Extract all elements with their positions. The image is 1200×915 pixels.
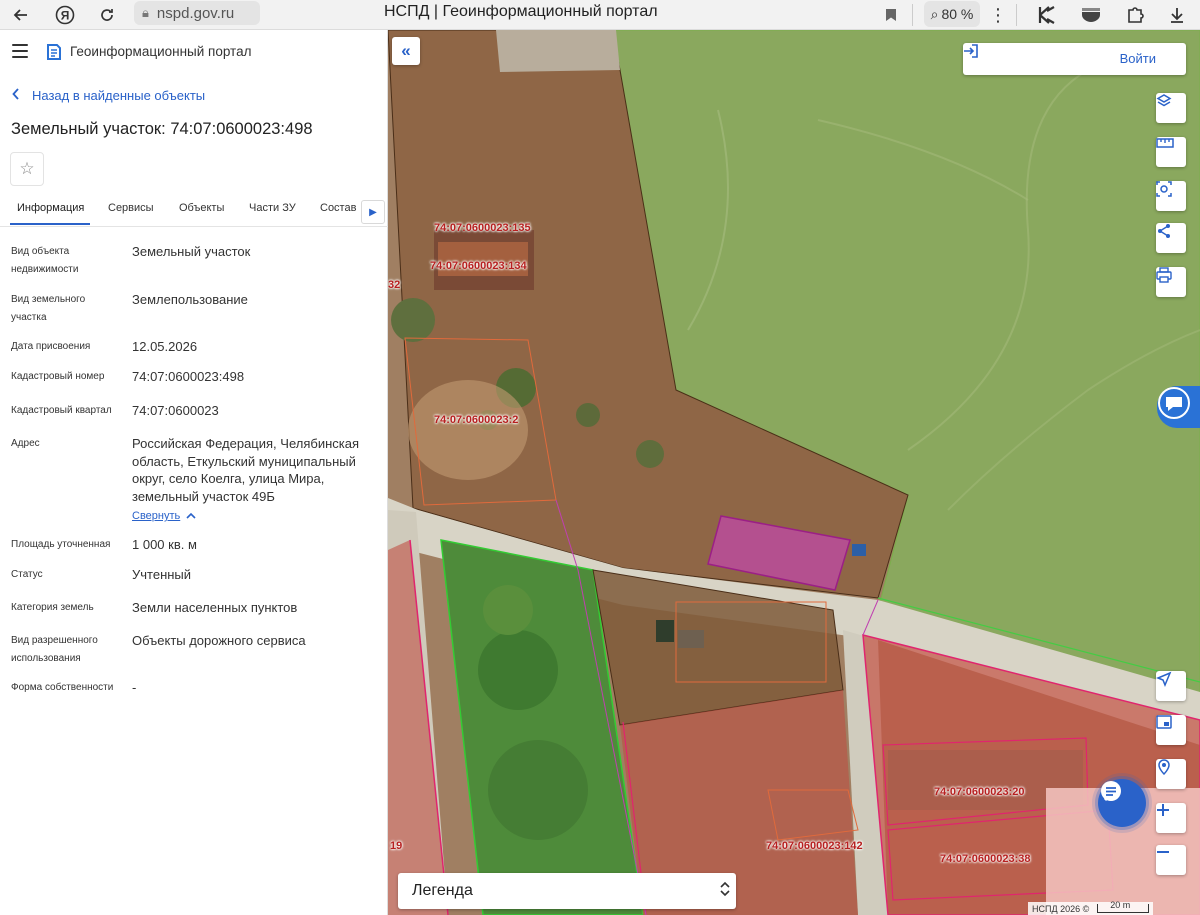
field-value: Земли населенных пунктов	[132, 600, 298, 615]
tab-parts[interactable]: Части ЗУ	[249, 202, 296, 214]
collapse-label: Свернуть	[132, 510, 181, 522]
parcel-label[interactable]: 74:07:0600023:38	[940, 853, 1031, 865]
svg-text:Я: Я	[61, 9, 70, 23]
field-value: 74:07:0600023	[132, 403, 219, 418]
map-attribution: НСПД 2026 © 20 m	[1028, 900, 1154, 915]
zoom-value: 80 %	[941, 6, 974, 22]
reload-icon[interactable]	[92, 0, 122, 30]
field-label: Статус	[11, 569, 43, 580]
back-link-label: Назад в найденные объекты	[32, 88, 206, 103]
field-label: Кадастровый квартал	[11, 405, 112, 416]
login-button[interactable]: Войти	[963, 43, 1186, 75]
help-chat-icon	[1158, 387, 1190, 419]
scale-label: 20 m	[1110, 900, 1131, 910]
chat-button[interactable]	[1098, 779, 1146, 827]
field-label: Адрес	[11, 438, 40, 449]
field-value: Объекты дорожного сервиса	[132, 633, 306, 648]
field-value: Землепользование	[132, 292, 248, 307]
bookmark-icon[interactable]	[876, 0, 906, 30]
select-area-icon[interactable]	[1156, 181, 1186, 211]
portal-logo-icon	[47, 44, 61, 60]
parcel-label[interactable]: 74:07:0600023:20	[934, 786, 1025, 798]
tab-composition[interactable]: Состав	[320, 202, 356, 214]
lock-icon: 🔒︎	[142, 5, 149, 20]
field-value: -	[132, 680, 137, 695]
minimap-icon[interactable]	[1156, 715, 1186, 745]
extension-puzzle-icon[interactable]	[1120, 0, 1150, 30]
more-options-icon[interactable]: ⋮	[983, 0, 1013, 30]
active-tab-indicator	[10, 223, 90, 225]
tab-services[interactable]: Сервисы	[108, 202, 154, 214]
address-bar[interactable]: 🔒︎ nspd.gov.ru	[134, 1, 260, 25]
attribution-text: НСПД 2026 ©	[1032, 903, 1090, 914]
field-value: Земельный участок	[132, 244, 251, 259]
portal-title[interactable]: Геоинформационный портал	[70, 44, 251, 59]
extension-shield-icon[interactable]	[1076, 0, 1106, 30]
print-icon[interactable]	[1156, 267, 1186, 297]
tab-information[interactable]: Информация	[17, 202, 84, 214]
login-icon	[964, 44, 978, 58]
legend-panel[interactable]: Легенда	[398, 873, 736, 909]
tabs-scroll-right-icon[interactable]: ▶	[361, 200, 385, 224]
field-value: Российская Федерация, Челябинская област…	[132, 436, 359, 504]
field-value: 12.05.2026	[132, 339, 198, 354]
parcel-label[interactable]: 74:07:0600023:135	[434, 222, 531, 234]
favorite-star-icon[interactable]: ☆	[10, 152, 44, 186]
share-icon[interactable]	[1156, 223, 1186, 253]
parcel-label[interactable]: 32	[388, 279, 400, 291]
page-tab-title: НСПД | Геоинформационный портал	[384, 3, 658, 20]
download-icon[interactable]	[1162, 0, 1192, 30]
object-title: Земельный участок: 74:07:0600023:498	[11, 120, 313, 138]
chevron-up-icon	[186, 510, 196, 522]
field-label: Кадастровый номер	[11, 371, 105, 382]
geo-search-icon[interactable]	[1156, 759, 1186, 789]
field-value: 74:07:0600023:498	[132, 369, 245, 384]
field-label: Площадь уточненная	[11, 539, 111, 550]
field-label: Вид объекта недвижимости	[11, 246, 79, 275]
collapse-address-link[interactable]: Свернуть	[132, 510, 196, 522]
back-arrow-icon[interactable]	[6, 0, 36, 30]
help-widget-button[interactable]	[1157, 386, 1200, 428]
parcel-label[interactable]: 74:07:0600023:2	[434, 414, 518, 426]
locate-icon[interactable]	[1156, 671, 1186, 701]
parcel-label[interactable]: 74:07:0600023:142	[766, 840, 863, 852]
field-label: Форма собственности	[11, 682, 114, 693]
field-label: Вид разрешенного использования	[11, 635, 98, 664]
parcel-label[interactable]: 19	[390, 840, 402, 852]
collapse-panel-button[interactable]: «	[392, 37, 420, 65]
info-tabs: Информация Сервисы Объекты Части ЗУ Сост…	[0, 194, 388, 227]
parcel-label[interactable]: 74:07:0600023:134	[430, 260, 527, 272]
browser-toolbar: Я 🔒︎ nspd.gov.ru НСПД | Геоинформационны…	[0, 0, 1200, 30]
chat-bubble-icon	[1101, 781, 1121, 802]
field-label: Категория земель	[11, 602, 94, 613]
zoom-out-icon[interactable]	[1156, 845, 1186, 875]
layers-icon[interactable]	[1156, 93, 1186, 123]
chevron-left-icon	[12, 88, 20, 103]
scale-bar: 20 m	[1097, 900, 1150, 913]
tab-objects[interactable]: Объекты	[179, 202, 224, 214]
zoom-in-icon[interactable]	[1156, 803, 1186, 833]
field-label: Дата присвоения	[11, 341, 91, 352]
back-to-results-link[interactable]: Назад в найденные объекты	[12, 88, 205, 103]
object-info-panel: Геоинформационный портал Назад в найденн…	[0, 30, 388, 915]
field-label: Вид земельного участка	[11, 294, 86, 323]
login-label: Войти	[1119, 51, 1156, 66]
field-value: 1 000 кв. м	[132, 537, 197, 552]
map-view[interactable]: 74:07:0600023:135 74:07:0600023:134 74:0…	[388, 30, 1200, 915]
map-imagery	[388, 30, 1200, 915]
double-chevron-left-icon: «	[401, 41, 411, 60]
zoom-indicator[interactable]: ⌕ 80 %	[924, 1, 980, 27]
url-text: nspd.gov.ru	[156, 4, 235, 22]
yandex-icon[interactable]: Я	[50, 0, 80, 30]
zoom-magnifier-icon: ⌕	[930, 5, 939, 22]
legend-label: Легенда	[412, 882, 473, 899]
ruler-icon[interactable]	[1156, 137, 1186, 167]
field-value: Учтенный	[132, 567, 192, 582]
menu-icon[interactable]	[12, 44, 28, 58]
extension-k-icon[interactable]	[1032, 0, 1062, 30]
